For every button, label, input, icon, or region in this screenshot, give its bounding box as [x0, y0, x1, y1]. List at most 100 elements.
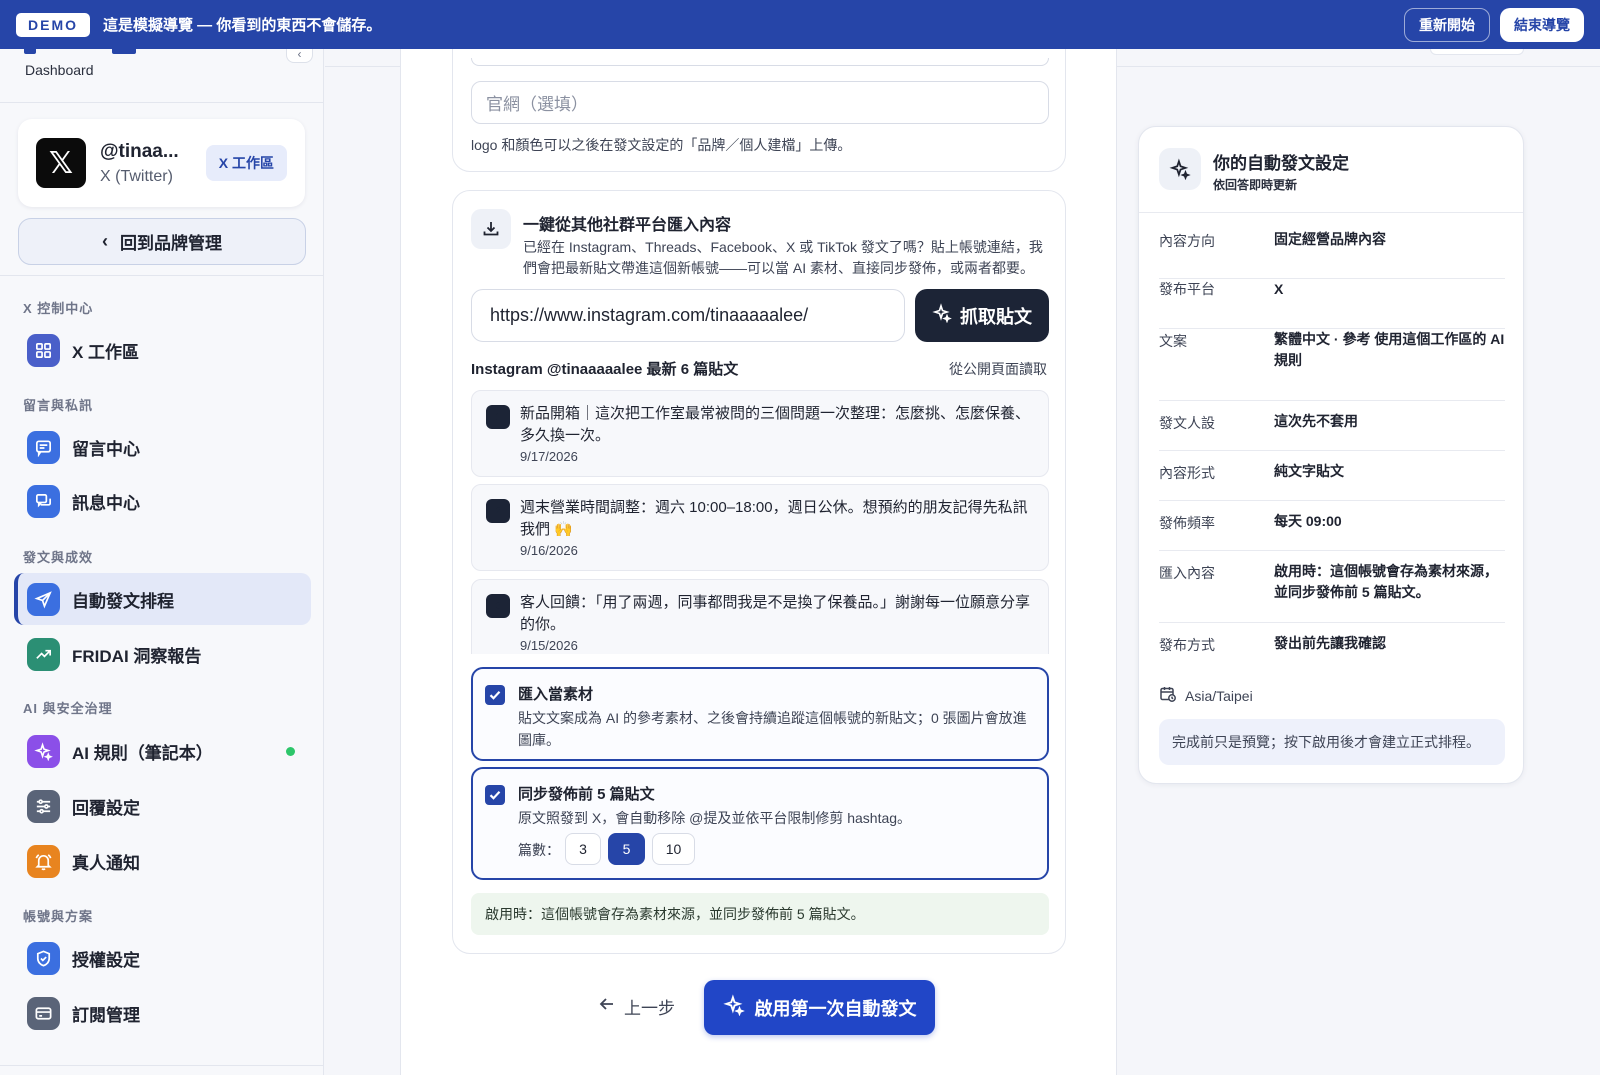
summary-subtitle: 依回答即時更新: [1213, 178, 1298, 192]
status-dot: [286, 746, 295, 756]
sidebar-item-label: 授權設定: [72, 950, 140, 970]
sync-publish-title: 同步發佈前 5 篇貼文: [518, 786, 655, 803]
sidebar-item-label: 留言中心: [72, 439, 140, 459]
sidebar-item-comments[interactable]: 留言中心: [14, 421, 311, 473]
timezone: Asia/Taipei: [1159, 685, 1253, 706]
summary-row: 發佈頻率 每天 09:00: [1159, 501, 1505, 551]
post-date: 9/16/2026: [520, 543, 578, 558]
sparkles-icon: [932, 303, 952, 328]
post-item[interactable]: 1 新品開箱｜這次把工作室最常被問的三個問題一次整理：怎麼挑、怎麼保養、多久換一…: [471, 390, 1049, 477]
sidebar-item-label: X 工作區: [72, 342, 140, 362]
back-to-brand-button[interactable]: ‹ 回到品牌管理: [18, 218, 306, 265]
summary-note: 完成前只是預覽；按下啟用後才會建立正式排程。: [1159, 719, 1505, 765]
sidebar-item-authorization[interactable]: 授權設定: [14, 932, 311, 984]
post-text: 新品開箱｜這次把工作室最常被問的三個問題一次整理：怎麼挑、怎麼保養、多久換一次。: [520, 405, 1031, 444]
summary-key: 文案: [1159, 333, 1187, 349]
demo-actions: 重新開始 結束導覽: [1404, 7, 1584, 42]
workspace-chip[interactable]: X 工作區: [205, 145, 287, 181]
summary-value: 發出前先讓我確認: [1274, 635, 1386, 651]
previous-step-button[interactable]: 上一步: [598, 994, 675, 1019]
previous-step-label: 上一步: [624, 999, 675, 1018]
summary-row: 文案 繁體中文 · 參考 使用這個工作區的 AI 規則: [1159, 329, 1505, 401]
summary-value: 這次先不套用: [1274, 413, 1358, 429]
section-account-plan: 帳號與方案: [23, 909, 94, 924]
sidebar: Dashboard ‹ 𝕏 @tinaa... X (Twitter) X 工作…: [0, 49, 324, 1075]
fetch-posts-label: 抓取貼文: [960, 306, 1032, 327]
sidebar-item-label: 真人通知: [72, 853, 140, 873]
shield-icon: [27, 941, 60, 975]
launch-label: 啟用第一次自動發文: [754, 998, 917, 1019]
website-input[interactable]: 官網（選填）: [471, 81, 1049, 124]
import-description: 已經在 Instagram、Threads、Facebook、X 或 TikTo…: [523, 239, 1043, 276]
posts-list[interactable]: 1 新品開箱｜這次把工作室最常被問的三個問題一次整理：怎麼挑、怎麼保養、多久換一…: [471, 390, 1049, 654]
account-meta: @tinaa... X (Twitter): [100, 141, 179, 186]
sidebar-item-reply-settings[interactable]: 回覆設定: [14, 780, 311, 832]
summary-key: 內容形式: [1159, 465, 1215, 481]
import-as-material-option[interactable]: 匯入當素材 貼文文案成為 AI 的參考素材、之後會持續追蹤這個帳號的新貼文；0 …: [471, 667, 1049, 761]
sidebar-item-label: 訂閱管理: [72, 1005, 140, 1025]
check-icon: [489, 691, 501, 700]
timezone-label: Asia/Taipei: [1185, 687, 1253, 704]
count-option-3[interactable]: 3: [565, 833, 601, 865]
sidebar-divider: [0, 275, 323, 276]
settings-summary-card: 你的自動發文設定 依回答即時更新 內容方向 固定經營品牌內容 發布平台 X 文案…: [1138, 126, 1524, 784]
sidebar-bottom-divider: [0, 1065, 323, 1066]
sidebar-item-messages[interactable]: 訊息中心: [14, 475, 311, 527]
grid-icon: [27, 333, 60, 367]
sidebar-item-label: FRIDAI 洞察報告: [72, 646, 202, 666]
import-content-card: 一鍵從其他社群平台匯入內容 已經在 Instagram、Threads、Face…: [452, 190, 1066, 954]
sidebar-item-ai-rules[interactable]: AI 規則（筆記本）: [14, 725, 311, 777]
sidebar-item-human-notify[interactable]: 真人通知: [14, 835, 311, 887]
sidebar-item-subscription[interactable]: 訂閱管理: [14, 987, 311, 1039]
section-comments-messages: 留言與私訊: [23, 398, 94, 413]
summary-title: 你的自動發文設定: [1213, 154, 1349, 173]
summary-value: 每天 09:00: [1274, 513, 1342, 529]
summary-row: 內容形式 純文字貼文: [1159, 451, 1505, 501]
restart-tour-button[interactable]: 重新開始: [1404, 7, 1490, 42]
check-icon: [489, 791, 501, 800]
launch-auto-posting-button[interactable]: 啟用第一次自動發文: [704, 980, 935, 1035]
comment-icon: [27, 430, 60, 464]
post-item[interactable]: 2 週末營業時間調整：週六 10:00–18:00，週日公休。想預約的朋友記得先…: [471, 484, 1049, 571]
post-number: 2: [486, 499, 510, 523]
sidebar-item-insights[interactable]: FRIDAI 洞察報告: [14, 628, 311, 680]
sidebar-item-x-workspace[interactable]: X 工作區: [14, 324, 311, 376]
summary-value: 繁體中文 · 參考 使用這個工作區的 AI 規則: [1274, 331, 1505, 368]
sidebar-item-label: 回覆設定: [72, 798, 140, 818]
calendar-clock-icon: [1159, 685, 1177, 706]
sidebar-item-label: AI 規則（筆記本）: [72, 743, 213, 763]
sync-publish-option[interactable]: 同步發佈前 5 篇貼文 原文照發到 X，會自動移除 @提及並依平台限制修剪 ha…: [471, 767, 1049, 880]
summary-row: 匯入內容 啟用時：這個帳號會存為素材來源，並同步發佈前 5 篇貼文。: [1159, 551, 1505, 623]
sync-publish-description: 原文照發到 X，會自動移除 @提及並依平台限制修剪 hashtag。: [518, 810, 912, 826]
sparkles-icon: [27, 734, 60, 768]
profile-url-input[interactable]: https://www.instagram.com/tinaaaaalee/: [471, 289, 905, 342]
count-option-10[interactable]: 10: [652, 833, 695, 865]
post-item[interactable]: 3 客人回饋：「用了兩週，同事都問我是不是換了保養品。」謝謝每一位願意分享的你。…: [471, 579, 1049, 654]
post-text: 週末營業時間調整：週六 10:00–18:00，週日公休。想預約的朋友記得先私訊…: [520, 499, 1028, 538]
sparkles-icon: [1159, 148, 1201, 190]
sync-publish-checkbox[interactable]: [485, 785, 505, 805]
summary-key: 發文人設: [1159, 415, 1215, 431]
account-card: 𝕏 @tinaa... X (Twitter) X 工作區: [18, 119, 305, 207]
summary-key: 匯入內容: [1159, 565, 1215, 581]
dashboard-link[interactable]: Dashboard: [25, 62, 94, 78]
summary-value: X: [1274, 281, 1284, 297]
sparkles-icon: [722, 994, 745, 1021]
sidebar-item-auto-posting[interactable]: 自動發文排程: [14, 573, 311, 625]
right-tab-edge: [1430, 49, 1524, 55]
sidebar-item-label: 訊息中心: [72, 493, 140, 513]
collapse-sidebar-button[interactable]: ‹: [286, 49, 313, 63]
end-tour-button[interactable]: 結束導覽: [1500, 7, 1584, 42]
import-material-checkbox[interactable]: [485, 685, 505, 705]
arrow-left-icon: [598, 995, 616, 1018]
summary-key: 內容方向: [1159, 233, 1215, 249]
demo-badge: DEMO: [16, 12, 90, 37]
demo-message: 這是模擬導覽 — 你看到的東西不會儲存。: [103, 17, 382, 34]
post-date: 9/17/2026: [520, 449, 578, 464]
post-number: 1: [486, 405, 510, 429]
account-handle: @tinaa...: [100, 140, 179, 162]
section-x-control: X 控制中心: [23, 301, 94, 316]
chevron-left-icon: ‹: [297, 49, 302, 61]
fetch-posts-button[interactable]: 抓取貼文: [915, 289, 1049, 342]
count-option-5[interactable]: 5: [608, 833, 645, 865]
